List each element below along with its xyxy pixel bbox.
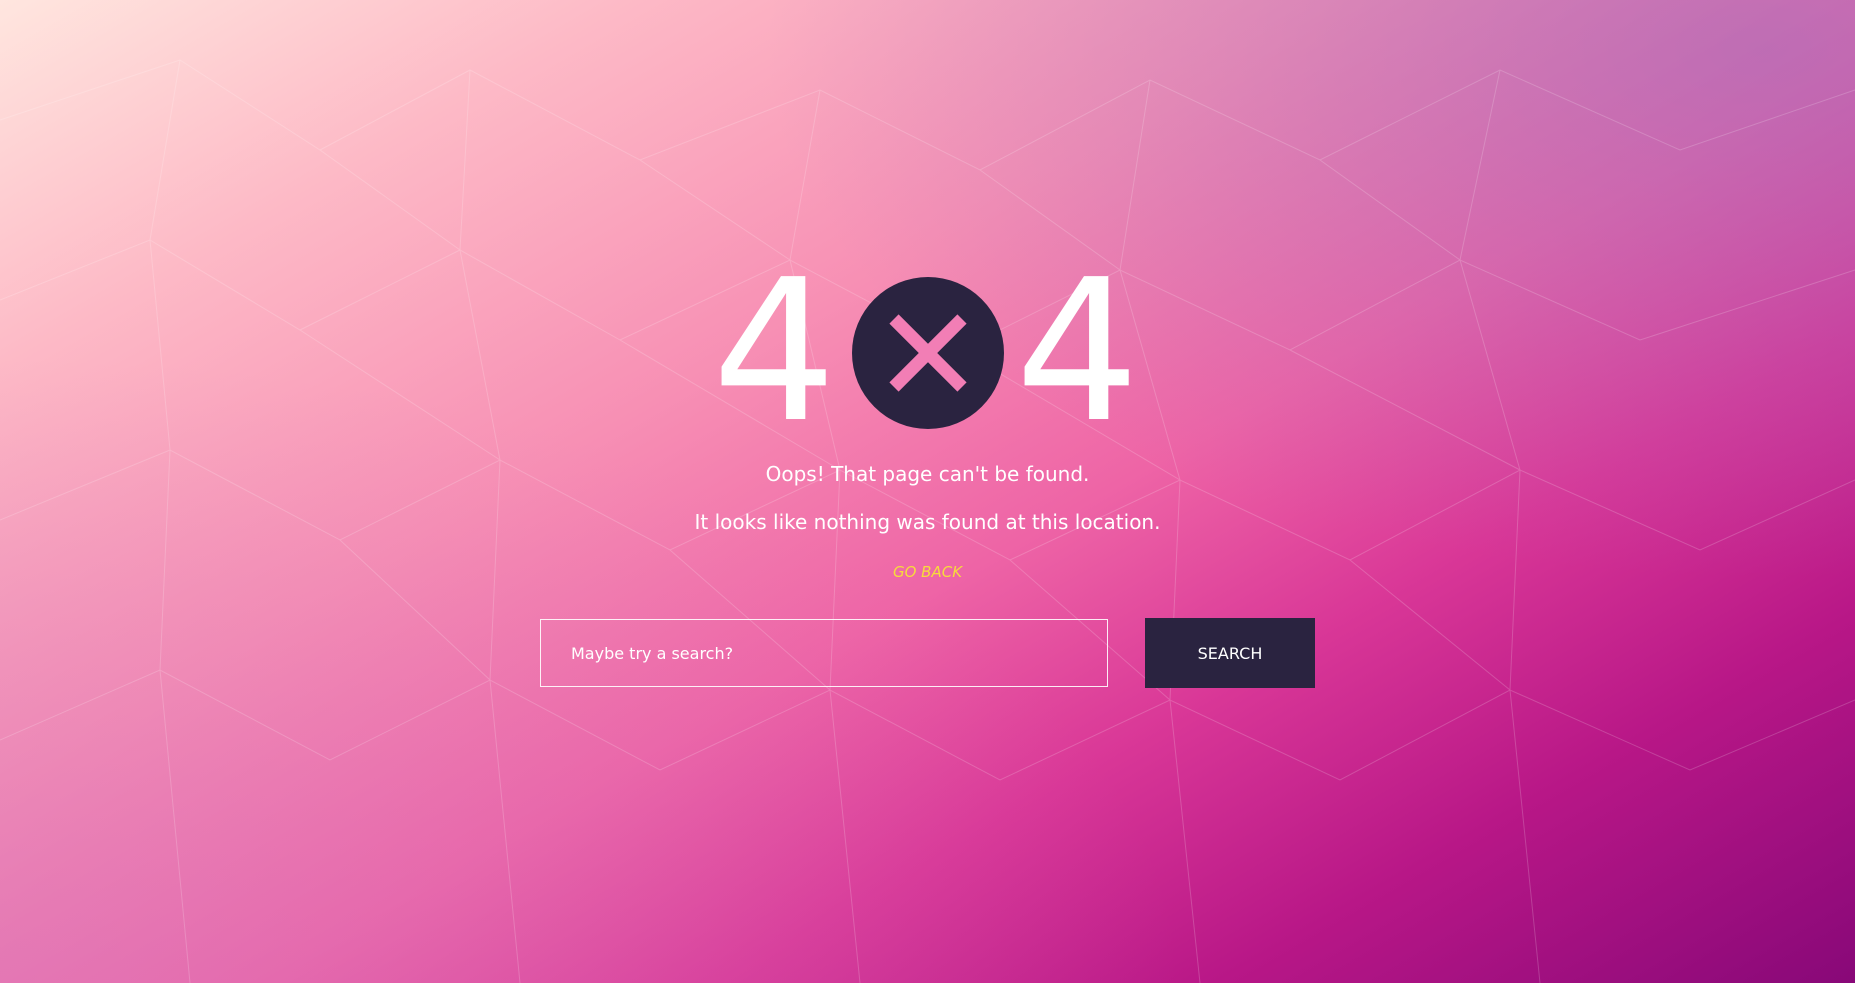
- search-input[interactable]: [540, 619, 1108, 687]
- not-found-page: 4 4 Oops! That page can't be found. It l…: [0, 0, 1855, 983]
- search-button[interactable]: SEARCH: [1145, 618, 1315, 688]
- go-back-link[interactable]: GO BACK: [0, 563, 1855, 581]
- page-subtitle: It looks like nothing was found at this …: [694, 510, 1161, 534]
- error-code-404: 4 4: [712, 238, 1142, 466]
- error-digit-right: 4: [1015, 238, 1140, 466]
- error-digit-left: 4: [712, 238, 837, 466]
- page-title: Oops! That page can't be found.: [765, 462, 1090, 486]
- close-icon: [852, 277, 1004, 429]
